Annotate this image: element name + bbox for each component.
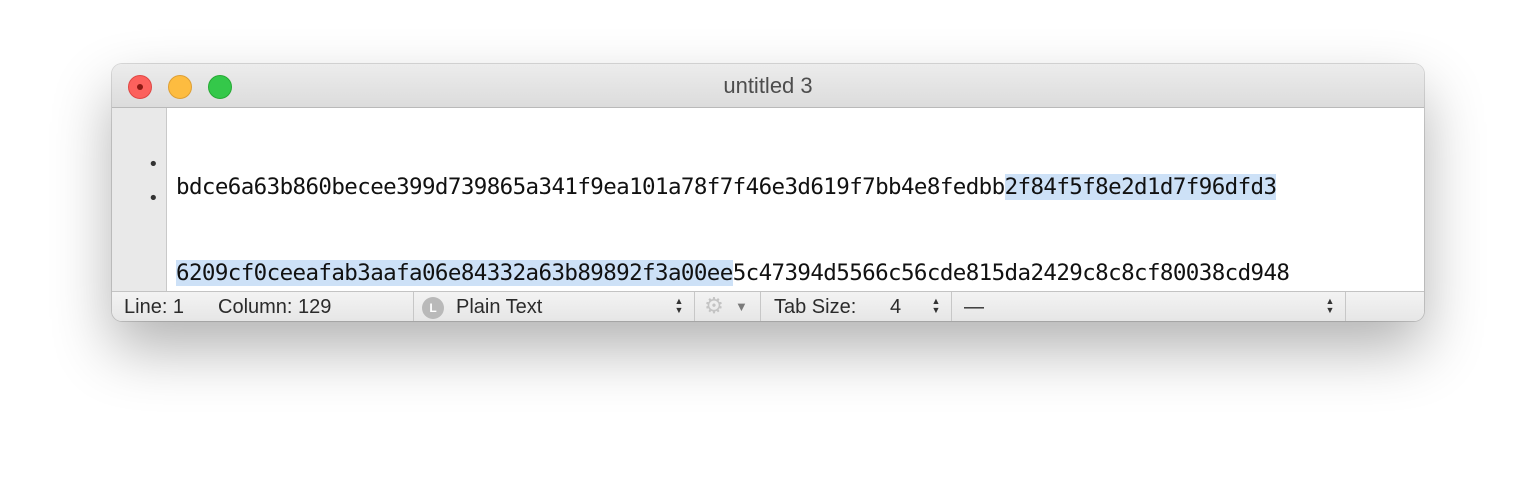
selected-text: 2f84f5f8e2d1d7f96dfd3	[1004, 174, 1277, 200]
status-bar: Line: 1 Column: 129 L Plain Text ▲ ▼ ⚙ ▼ …	[112, 291, 1424, 321]
tab-size-popup[interactable]: Tab Size: 4 ▲ ▼	[761, 292, 950, 321]
chevron-down-icon: ▼	[735, 299, 748, 314]
text-line[interactable]: 6209cf0ceeafab3aafa06e84332a63b89892f3a0…	[176, 256, 1424, 290]
chevron-updown-icon: ▲ ▼	[931, 296, 941, 315]
chevron-updown-icon: ▲ ▼	[1325, 296, 1335, 315]
tab-size-label: Tab Size:	[774, 296, 857, 318]
wrap-marker-icon: •	[148, 188, 159, 209]
encoding-value: —	[964, 296, 984, 318]
line-indicator: Line: 1	[124, 296, 185, 318]
text-line[interactable]: bdce6a63b860becee399d739865a341f9ea101a7…	[176, 170, 1424, 204]
divider	[1345, 292, 1346, 321]
settings-menu-button[interactable]: ⚙ ▼	[695, 292, 759, 321]
language-popup[interactable]: L Plain Text ▲ ▼	[414, 292, 694, 321]
gear-icon: ⚙	[704, 294, 724, 319]
tab-size-value: 4	[890, 296, 902, 318]
text-segment: bdce6a63b860becee399d739865a341f9ea101a7…	[176, 174, 1005, 200]
chevron-updown-icon: ▲ ▼	[674, 296, 684, 315]
text-editor-area[interactable]: • • bdce6a63b860becee399d739865a341f9ea1…	[112, 108, 1424, 291]
title-bar[interactable]: untitled 3	[112, 64, 1424, 108]
editor-window: untitled 3 • • bdce6a63b860becee399d7398…	[112, 64, 1424, 321]
encoding-popup[interactable]: — ▲ ▼	[952, 292, 1345, 321]
selected-text: 6209cf0ceeafab3aafa06e84332a63b89892f3a0…	[176, 260, 733, 286]
text-segment: 5c47394d5566c56cde815da2429c8c8cf80038cd…	[732, 260, 1290, 286]
language-icon: L	[422, 297, 444, 319]
language-label: Plain Text	[456, 296, 543, 318]
column-indicator: Column: 129	[218, 296, 332, 318]
window-title: untitled 3	[723, 73, 813, 98]
line-gutter: • •	[112, 108, 167, 291]
wrap-marker-icon: •	[148, 154, 159, 175]
